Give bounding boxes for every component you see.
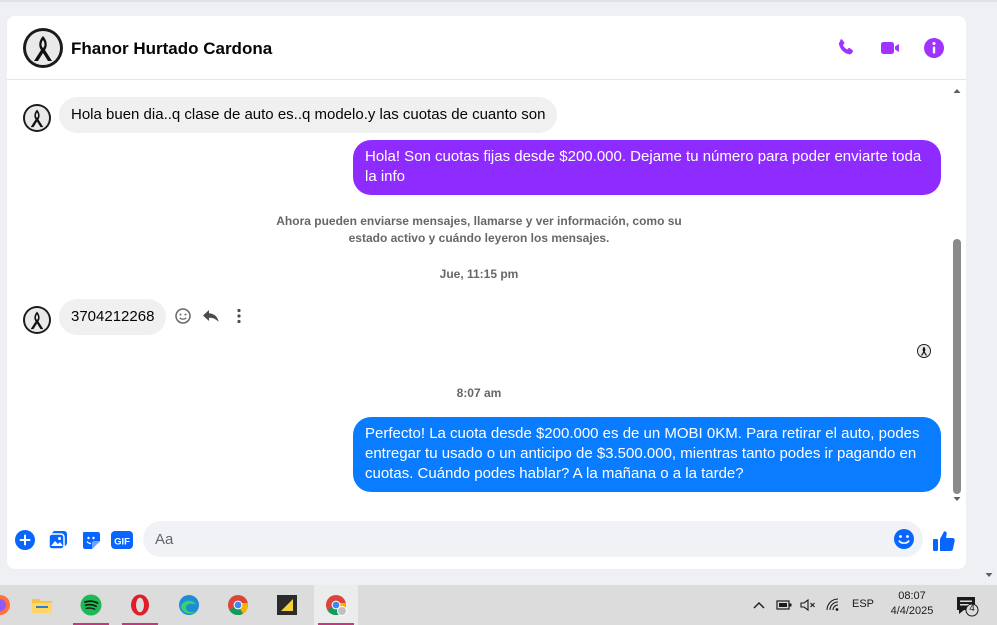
browser-top-strip [0, 0, 997, 16]
contact-name[interactable]: Fhanor Hurtado Cardona [71, 39, 272, 59]
gallery-icon[interactable] [47, 529, 69, 551]
read-receipt-avatar [917, 344, 931, 358]
page-scroll-down-icon[interactable] [984, 570, 994, 580]
clock-time: 08:07 [898, 590, 926, 602]
sticker-icon[interactable] [80, 529, 102, 551]
emoji-icon[interactable] [893, 528, 915, 550]
taskbar-app-opera[interactable] [118, 585, 162, 625]
chrome-icon [228, 595, 249, 616]
taskbar-app-edge[interactable] [167, 585, 211, 625]
message-scrollbar[interactable] [952, 86, 962, 506]
chat-header: Fhanor Hurtado Cardona [7, 16, 966, 80]
thumbs-up-icon[interactable] [931, 528, 957, 554]
clock-date: 4/4/2025 [890, 605, 934, 617]
system-notice: Ahora pueden enviarse mensajes, llamarse… [276, 214, 682, 245]
video-call-icon[interactable] [878, 36, 902, 60]
scroll-down-icon[interactable] [952, 494, 962, 504]
incoming-message[interactable]: Hola buen dia..q clase de auto es..q mod… [59, 97, 558, 133]
spotify-icon [80, 594, 102, 616]
taskbar-app-sticky-notes[interactable] [265, 585, 309, 625]
chevron-up-icon[interactable] [752, 597, 766, 613]
taskbar-app-spotify[interactable] [69, 585, 113, 625]
battery-icon[interactable] [775, 597, 793, 613]
notification-center-icon[interactable]: 4 [955, 595, 979, 617]
opera-icon [131, 594, 149, 616]
chrome-icon [326, 595, 347, 616]
incoming-message[interactable]: 3704212268 [59, 299, 167, 335]
add-icon[interactable] [14, 529, 36, 551]
system-clock[interactable]: 08:07 4/4/2025 [882, 589, 942, 619]
message-list: Hola buen dia..q clase de auto es..q mod… [7, 81, 966, 513]
volume-muted-icon[interactable] [799, 597, 817, 613]
scroll-up-icon[interactable] [952, 86, 962, 96]
taskbar-app-chrome[interactable] [216, 585, 260, 625]
message-composer: GIF [7, 516, 966, 564]
sender-avatar[interactable] [23, 104, 51, 132]
sender-avatar[interactable] [23, 306, 51, 334]
contact-avatar[interactable] [23, 28, 63, 68]
phone-icon[interactable] [834, 36, 858, 60]
outgoing-message[interactable]: Hola! Son cuotas fijas desde $200.000. D… [353, 140, 941, 195]
language-indicator[interactable]: ESP [852, 598, 874, 614]
divider [0, 0, 997, 2]
chat-window: Fhanor Hurtado Cardona Hola buen dia..q … [7, 16, 966, 569]
message-input-box[interactable] [143, 521, 923, 557]
react-icon[interactable] [173, 306, 193, 326]
outgoing-message[interactable]: Perfecto! La cuota desde $200.000 es de … [353, 417, 941, 492]
taskbar-app-firefox[interactable] [0, 585, 22, 625]
timestamp: Jue, 11:15 pm [439, 267, 519, 281]
svg-text:GIF: GIF [114, 537, 130, 548]
sticky-notes-icon [277, 595, 297, 615]
taskbar-app-file-explorer[interactable] [20, 585, 64, 625]
message-input[interactable] [155, 521, 875, 557]
reply-icon[interactable] [201, 306, 221, 326]
notification-count: 4 [969, 603, 975, 614]
wifi-icon[interactable] [825, 597, 843, 613]
more-options-icon[interactable] [229, 306, 249, 326]
gif-icon[interactable]: GIF [110, 529, 134, 551]
taskbar: ESP 08:07 4/4/2025 4 [0, 585, 997, 625]
edge-icon [179, 595, 199, 615]
taskbar-app-chrome-profile[interactable] [314, 585, 358, 625]
scroll-thumb[interactable] [953, 239, 961, 494]
info-icon[interactable] [922, 36, 946, 60]
timestamp: 8:07 am [456, 386, 502, 400]
firefox-icon [0, 595, 10, 615]
folder-icon [32, 599, 52, 613]
